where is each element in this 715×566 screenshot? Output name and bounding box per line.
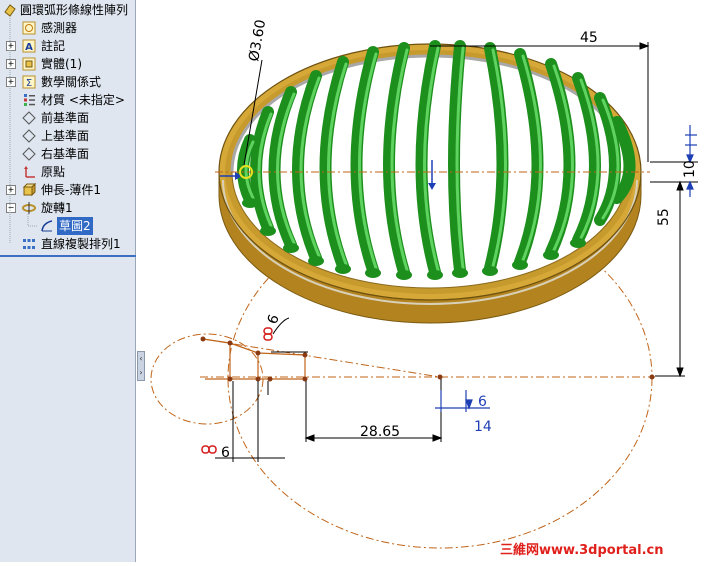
- width-dimension-6-bottom[interactable]: 6: [221, 445, 230, 461]
- tree-divider: [0, 255, 136, 257]
- width-dimension-45[interactable]: 45: [580, 30, 598, 46]
- sketch-lines: [202, 338, 306, 380]
- height-dimension-10[interactable]: 10: [682, 160, 698, 178]
- watermark: 三維网www.3dportal.cn: [500, 543, 664, 558]
- tree-connector-lines: [9, 18, 38, 244]
- model-view: Ø3.60 45 10 55 28.65 6 6 6 14: [150, 18, 698, 549]
- dimension-6-right[interactable]: 6: [478, 394, 487, 410]
- diameter-dimension[interactable]: Ø3.60: [246, 18, 269, 62]
- dimension-6-angle[interactable]: 6: [265, 312, 283, 326]
- dimension-14[interactable]: 14: [474, 419, 492, 435]
- graphics-viewport[interactable]: Ø3.60 45 10 55 28.65 6 6 6 14: [146, 0, 715, 562]
- panel-collapse-handle[interactable]: ‹ ›: [137, 351, 145, 381]
- feature-manager-tree: 圓環弧形條線性陣列 感測器 + A 註記 + 實體(1) + Σ 數學關係式 材…: [0, 0, 136, 562]
- offset-dimension-55[interactable]: 55: [656, 208, 672, 226]
- length-dimension-28-65[interactable]: 28.65: [360, 424, 400, 440]
